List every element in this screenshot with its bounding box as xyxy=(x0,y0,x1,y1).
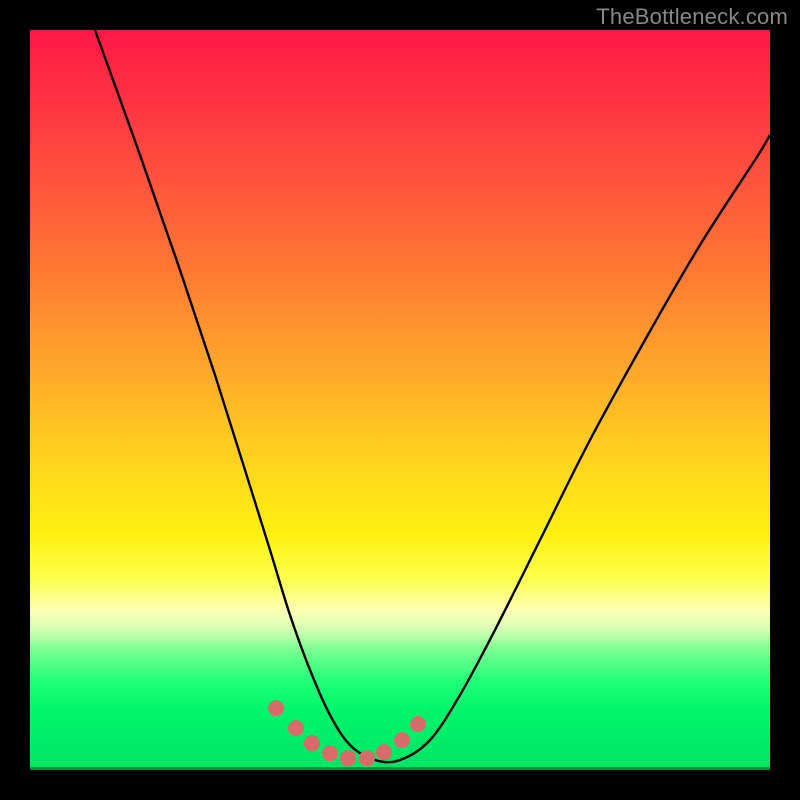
curve-marker-dot xyxy=(376,744,392,760)
bottleneck-curve xyxy=(95,30,770,762)
curve-marker-dot xyxy=(322,745,338,761)
curve-marker-dot xyxy=(359,750,375,766)
watermark-text: TheBottleneck.com xyxy=(596,4,788,30)
chart-frame: TheBottleneck.com xyxy=(0,0,800,800)
curve-marker-dot xyxy=(410,716,426,732)
curve-marker-dot xyxy=(268,700,284,716)
curve-marker-dot xyxy=(394,732,410,748)
curve-marker-dot xyxy=(288,720,304,736)
curve-markers xyxy=(268,700,426,766)
curve-svg xyxy=(30,30,770,770)
plot-area xyxy=(30,30,770,770)
curve-marker-dot xyxy=(304,735,320,751)
bottleneck-curve-path xyxy=(95,30,770,762)
curve-marker-dot xyxy=(340,750,356,766)
